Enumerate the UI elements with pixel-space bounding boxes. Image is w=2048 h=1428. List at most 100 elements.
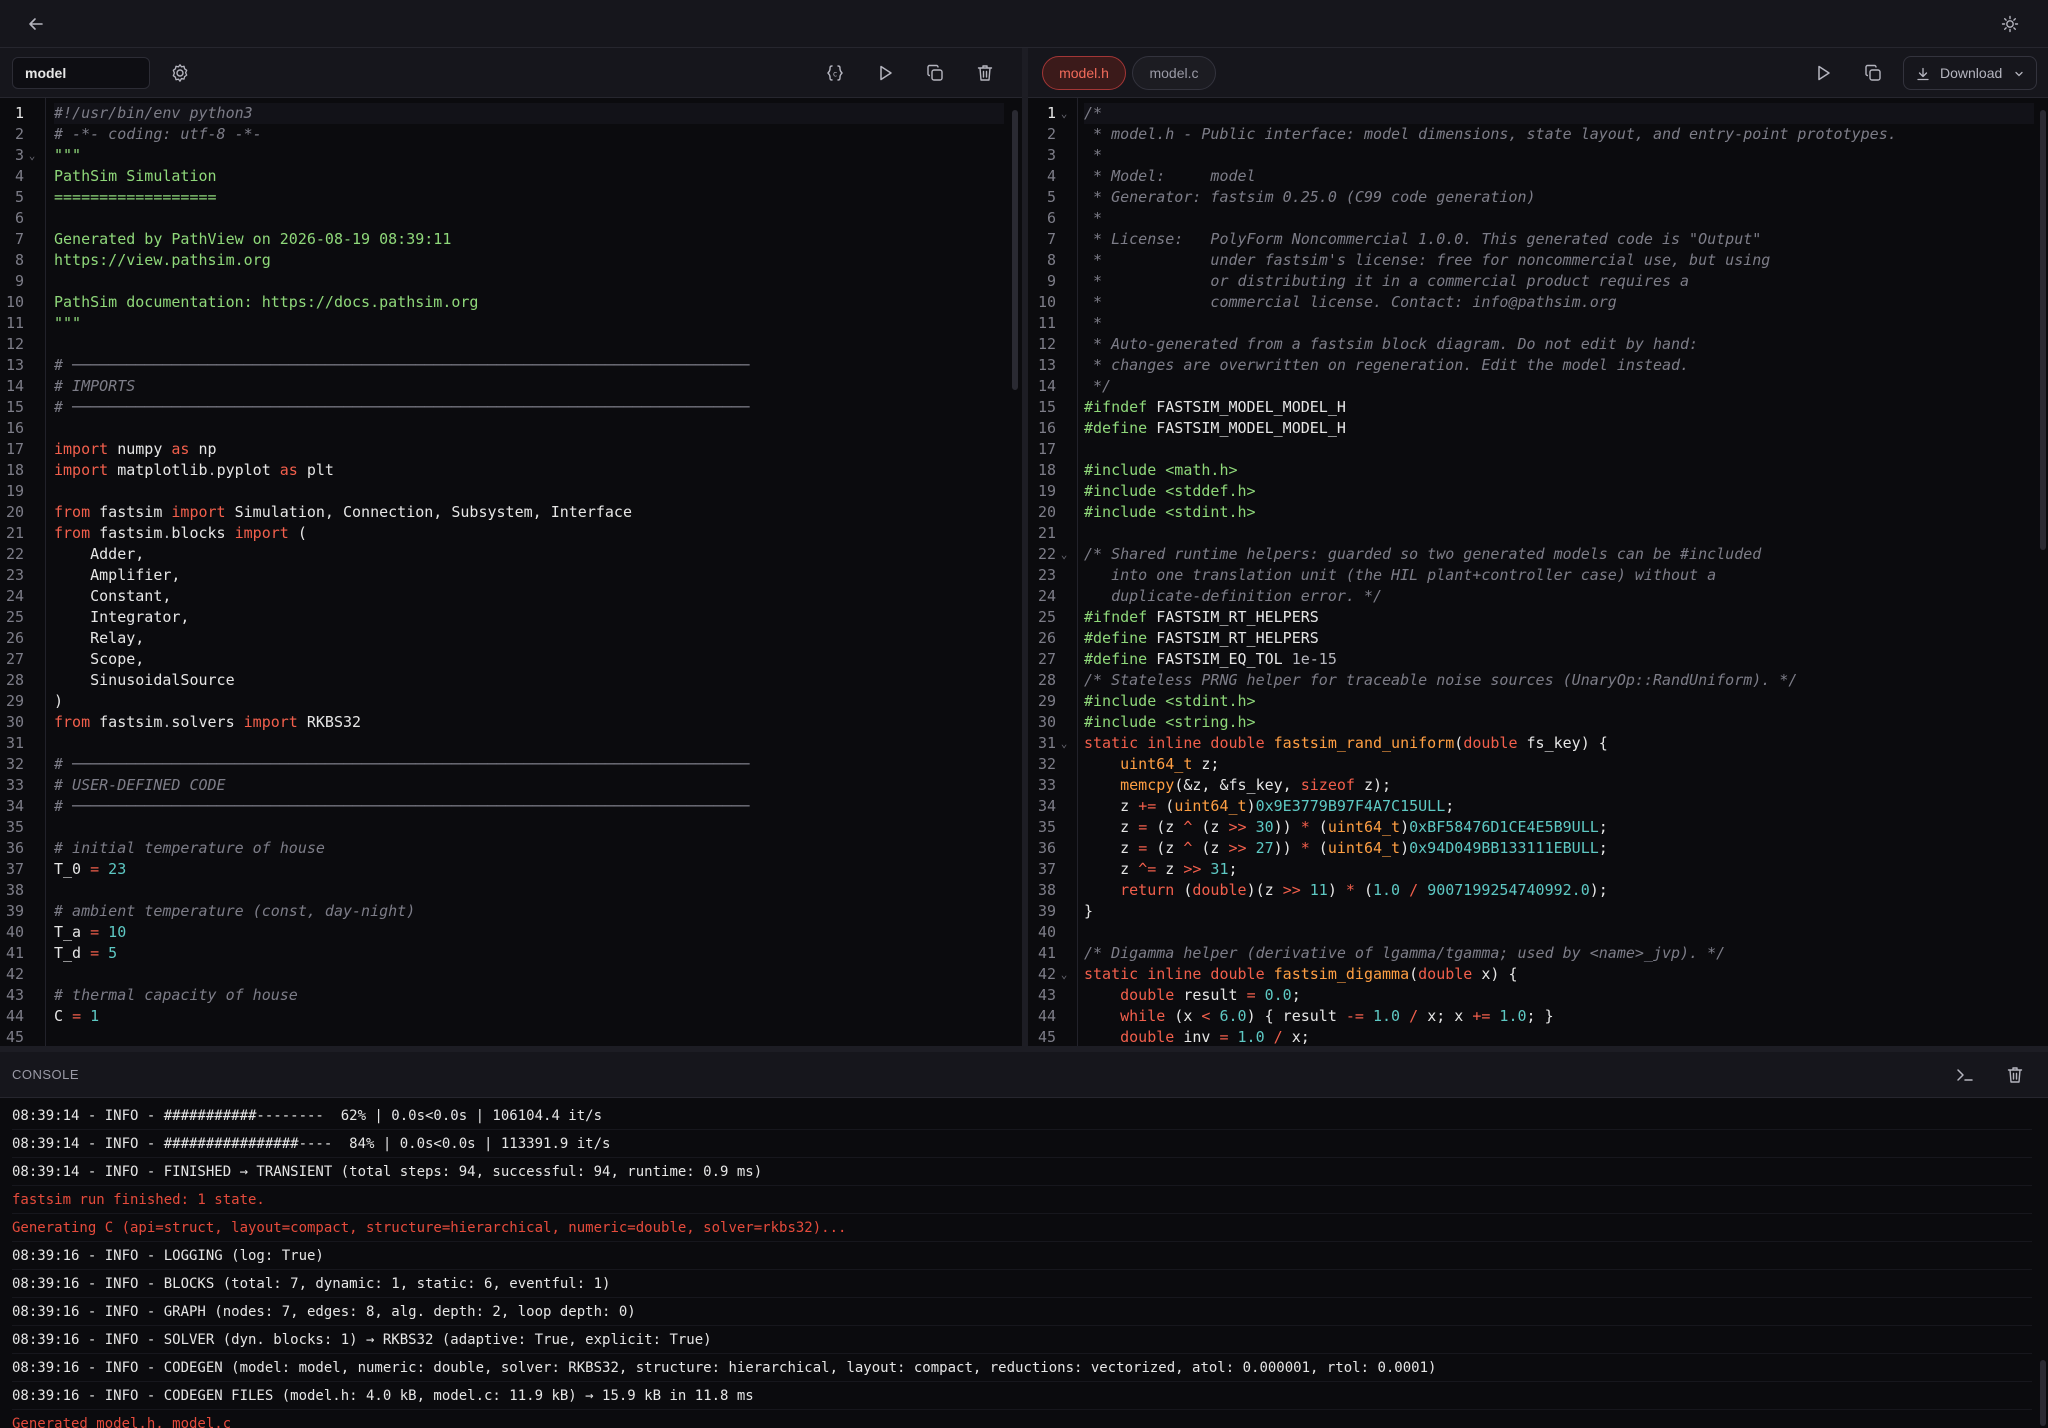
code-token: # ──────────────────────────────────────… <box>54 797 750 815</box>
line-number-gutter: 1 2 3 ⌄ 4 5 6 7 8 9 10 11 12 13 14 15 16 17 18 19 20 21 22 23 24… <box>0 98 46 1048</box>
back-arrow-icon[interactable] <box>24 12 48 36</box>
console-line: fastsim run finished: 1 state. <box>12 1186 2032 1214</box>
line-number: 39 <box>5 902 24 920</box>
gear-icon[interactable] <box>167 60 193 86</box>
code-token: Amplifier, <box>54 566 181 584</box>
code-line: double result = 0.0; <box>1084 985 1301 1006</box>
code-line: * model.h - Public interface: model dime… <box>1084 124 1897 145</box>
code-line: #ifndef FASTSIM_RT_HELPERS <box>1084 607 1319 628</box>
code-token: double <box>1084 986 1175 1004</box>
python-editor-toolbar: model c <box>0 48 1022 98</box>
play-icon[interactable] <box>872 60 898 86</box>
line-number: 44 <box>5 1007 24 1025</box>
code-line: # thermal capacity of house <box>54 985 298 1006</box>
terminal-icon[interactable] <box>1952 1062 1978 1088</box>
sun-icon[interactable] <box>1998 12 2022 36</box>
code-token: uint64_t <box>1327 839 1401 857</box>
code-line: /* Stateless PRNG helper for traceable n… <box>1084 670 1797 691</box>
code-line: * License: PolyForm Noncommercial 1.0.0.… <box>1084 229 1761 250</box>
tab-model-h[interactable]: model.h <box>1042 56 1126 90</box>
code-token: #ifndef <box>1084 398 1148 416</box>
code-token: #include <math.h> <box>1084 461 1238 479</box>
console-scrollbar[interactable] <box>2040 1360 2046 1426</box>
code-token: ) <box>1400 839 1410 857</box>
line-number: 10 <box>1037 293 1056 311</box>
code-token: z <box>1084 839 1139 857</box>
code-token: /* Stateless PRNG helper for traceable n… <box>1084 671 1798 689</box>
code-token: fastsim <box>90 503 172 521</box>
code-token: #define <box>1084 419 1148 437</box>
code-line: Amplifier, <box>54 565 180 586</box>
line-number: 11 <box>1037 314 1056 332</box>
python-code-area[interactable]: #!/usr/bin/env python3 # -*- coding: utf-… <box>54 98 1004 1048</box>
model-name-field[interactable]: model <box>12 57 150 89</box>
code-token: duplicate-definition error. */ <box>1084 587 1383 605</box>
fold-chevron-icon[interactable]: ⌄ <box>1058 103 1070 124</box>
code-token: # -*- coding: utf-8 -*- <box>54 125 262 143</box>
tab-model-c[interactable]: model.c <box>1132 56 1216 90</box>
fold-chevron-icon[interactable]: ⌄ <box>1058 964 1070 985</box>
line-number: 28 <box>1037 671 1056 689</box>
console-line: 08:39:16 - INFO - CODEGEN FILES (model.h… <box>12 1382 2032 1410</box>
line-number: 16 <box>5 419 24 437</box>
line-number: 21 <box>1037 524 1056 542</box>
code-token: = <box>1219 1028 1229 1046</box>
code-token: matplotlib <box>108 461 208 479</box>
code-line: # ──────────────────────────────────────… <box>54 754 749 775</box>
line-number: 10 <box>5 293 24 311</box>
code-line: C = 1 <box>54 1006 99 1027</box>
code-token: pyplot <box>216 461 280 479</box>
code-line: Relay, <box>54 628 144 649</box>
code-token: += <box>1138 797 1157 815</box>
code-token: * changes are overwritten on regeneratio… <box>1084 356 1690 374</box>
console-line: 08:39:16 - INFO - BLOCKS (total: 7, dyna… <box>12 1270 2032 1298</box>
braces-icon[interactable]: c <box>822 60 848 86</box>
code-token: from <box>54 524 91 542</box>
copy-icon[interactable] <box>922 60 948 86</box>
code-token: (z <box>1192 839 1229 857</box>
code-line: ) <box>54 691 63 712</box>
code-token: # IMPORTS <box>54 377 136 395</box>
code-line: */ <box>1084 376 1111 397</box>
editor-scrollbar[interactable] <box>1012 110 1018 390</box>
code-token: z <box>1156 860 1184 878</box>
code-token: )) <box>1273 818 1301 836</box>
code-line: duplicate-definition error. */ <box>1084 586 1382 607</box>
line-number: 8 <box>14 251 24 269</box>
python-editor-panel: model c 1 2 3 ⌄ 4 5 6 7 8 9 10 11 12 13 14 15 16 17 18 19 20… <box>0 48 1022 1048</box>
fold-chevron-icon[interactable]: ⌄ <box>26 145 38 166</box>
console-line: 08:39:14 - INFO - ################---- 8… <box>12 1130 2032 1158</box>
code-token: #include <stdint.h> <box>1084 503 1256 521</box>
code-line: memcpy(&z, &fs_key, sizeof z); <box>1084 775 1391 796</box>
trash-icon[interactable] <box>2002 1062 2028 1088</box>
line-number: 44 <box>1037 1007 1056 1025</box>
play-icon[interactable] <box>1810 60 1836 86</box>
code-token: 6.0 <box>1210 1007 1247 1025</box>
code-token: blocks <box>171 524 235 542</box>
fold-chevron-icon[interactable]: ⌄ <box>1058 733 1070 754</box>
code-token: result <box>1174 986 1247 1004</box>
trash-icon[interactable] <box>972 60 998 86</box>
line-number: 11 <box>5 314 24 332</box>
fold-chevron-icon[interactable]: ⌄ <box>1058 544 1070 565</box>
code-line: double inv = 1.0 / x; <box>1084 1027 1310 1048</box>
c-code-area[interactable]: /* * model.h - Public interface: model d… <box>1084 98 2034 1048</box>
editor-scrollbar[interactable] <box>2040 110 2046 550</box>
code-token: 31 <box>1201 860 1229 878</box>
code-token: ( <box>1174 881 1193 899</box>
line-number: 17 <box>5 440 24 458</box>
line-number: 14 <box>5 377 24 395</box>
line-number: 27 <box>1037 650 1056 668</box>
code-line: /* Shared runtime helpers: guarded so tw… <box>1084 544 1761 565</box>
code-line: /* Digamma helper (derivative of lgamma/… <box>1084 943 1725 964</box>
code-line: # ──────────────────────────────────────… <box>54 397 749 418</box>
line-number: 42 <box>5 965 24 983</box>
code-token: FASTSIM_EQ_TOL <box>1147 650 1292 668</box>
copy-icon[interactable] <box>1860 60 1886 86</box>
line-number: 26 <box>1037 629 1056 647</box>
code-line: Adder, <box>54 544 144 565</box>
code-token: * Generator: fastsim 0.25.0 (C99 code ge… <box>1084 188 1536 206</box>
download-button[interactable]: Download <box>1903 56 2037 90</box>
code-token: ( <box>1354 881 1373 899</box>
code-line: ================== <box>54 187 217 208</box>
